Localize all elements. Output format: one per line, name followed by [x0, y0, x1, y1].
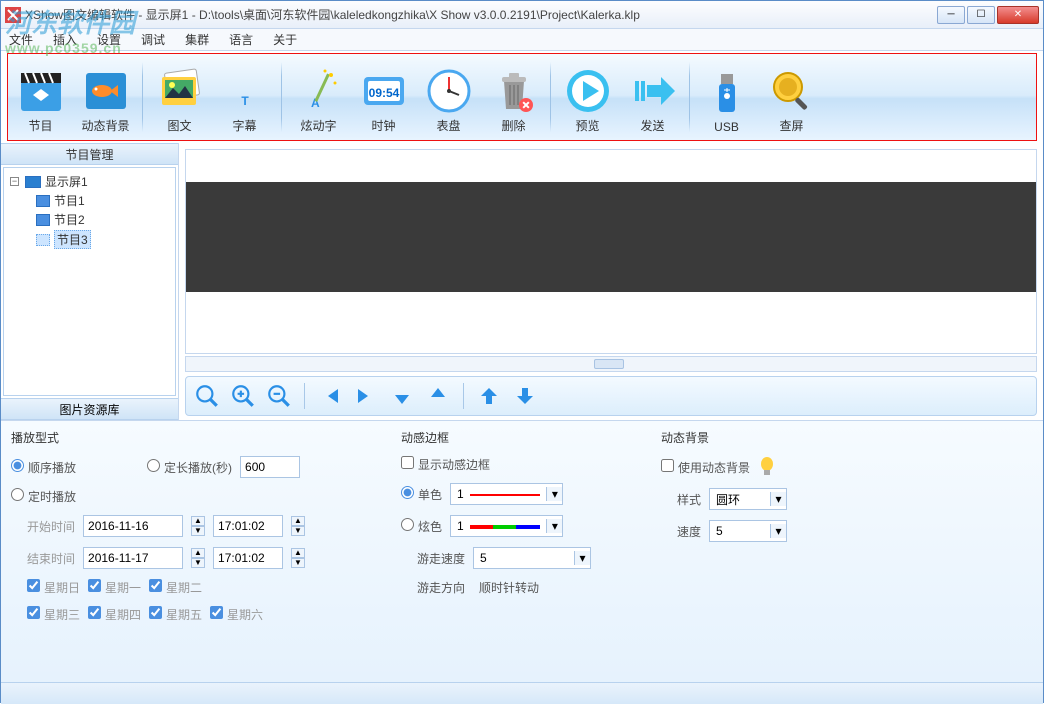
lightbulb-icon: [758, 456, 776, 478]
zoom-in-icon[interactable]: [228, 381, 258, 411]
preview-scrollbar[interactable]: [185, 356, 1037, 372]
end-date-input[interactable]: [83, 547, 183, 569]
skip-last-icon[interactable]: [351, 381, 381, 411]
svg-text:09:54: 09:54: [368, 86, 399, 100]
program-manage-title: 节目管理: [1, 143, 178, 165]
magic-wand-icon: A: [295, 67, 343, 115]
checkbox-day-fri[interactable]: 星期五: [149, 606, 202, 623]
checkbox-day-sat[interactable]: 星期六: [210, 606, 263, 623]
border-group: 动感边框 显示动感边框 单色 1 ▾ 炫色 1 ▾ 游走速度 5▾ 游走方向 顺…: [401, 429, 631, 674]
multi-color-combo[interactable]: 1 ▾: [450, 515, 563, 537]
radio-duration[interactable]: 定长播放(秒): [147, 459, 232, 476]
single-color-combo[interactable]: 1 ▾: [450, 483, 563, 505]
svg-text:T: T: [241, 94, 249, 108]
checkbox-show-border[interactable]: 显示动感边框: [401, 456, 490, 473]
checkbox-day-thu[interactable]: 星期四: [88, 606, 141, 623]
toolbar-delete[interactable]: 删除: [481, 56, 546, 138]
dynbg-style-combo[interactable]: 圆环▾: [709, 488, 787, 510]
toolbar-usb[interactable]: USB: [694, 56, 759, 138]
end-time-input[interactable]: [213, 547, 283, 569]
border-dir-value: 顺时针转动: [473, 579, 539, 596]
toolbar-check-screen[interactable]: 查屏: [759, 56, 824, 138]
tree-item-selected[interactable]: 节目3: [36, 229, 171, 250]
usb-icon: [703, 70, 751, 118]
magnifier-coin-icon: [768, 67, 816, 115]
checkbox-use-dynbg[interactable]: 使用动态背景: [661, 459, 750, 476]
send-arrow-icon: [629, 67, 677, 115]
start-time-input[interactable]: [213, 515, 283, 537]
checkbox-day-mon[interactable]: 星期一: [88, 579, 141, 596]
menu-bar: 文件 插入 设置 调试 集群 语言 关于: [1, 29, 1043, 51]
photo-stack-icon: [156, 67, 204, 115]
checkbox-day-wed[interactable]: 星期三: [27, 606, 80, 623]
tree-root[interactable]: −显示屏1: [10, 172, 171, 191]
menu-language[interactable]: 语言: [229, 31, 253, 48]
arrow-down-icon[interactable]: [510, 381, 540, 411]
window-title: XShow图文编辑软件 - 显示屏1 - D:\tools\桌面\河东软件园\k…: [25, 6, 937, 23]
menu-debug[interactable]: 调试: [141, 31, 165, 48]
menu-about[interactable]: 关于: [273, 31, 297, 48]
digital-clock-icon: 09:54: [360, 67, 408, 115]
play-mode-group: 播放型式 顺序播放 定长播放(秒) 定时播放 开始时间 ▲▼ ▲▼ 结束时间 ▲…: [11, 429, 371, 674]
resource-lib-title[interactable]: 图片资源库: [1, 398, 178, 420]
toolbar-dynamic-bg[interactable]: 动态背景: [73, 56, 138, 138]
toolbar-send[interactable]: 发送: [620, 56, 685, 138]
move-top-icon[interactable]: [387, 381, 417, 411]
tree-item[interactable]: 节目1: [36, 191, 171, 210]
dynbg-speed-combo[interactable]: 5▾: [709, 520, 787, 542]
checkbox-day-tue[interactable]: 星期二: [149, 579, 202, 596]
program-tree[interactable]: −显示屏1 节目1 节目2 节目3: [3, 167, 176, 396]
minimize-button[interactable]: ─: [937, 6, 965, 24]
tree-item[interactable]: 节目2: [36, 210, 171, 229]
zoom-fit-icon[interactable]: [192, 381, 222, 411]
menu-file[interactable]: 文件: [9, 31, 33, 48]
trash-icon: [490, 67, 538, 115]
text-t-icon: T: [221, 67, 269, 115]
maximize-button[interactable]: ☐: [967, 6, 995, 24]
preview-canvas[interactable]: [185, 149, 1037, 354]
main-toolbar: 节目 动态背景 图文 T 字幕 A 炫动字 09:54 时钟 表盘: [8, 54, 1036, 140]
toolbar-cool-text[interactable]: A 炫动字: [286, 56, 351, 138]
radio-single-color[interactable]: 单色: [401, 486, 442, 503]
toolbar-highlight: 节目 动态背景 图文 T 字幕 A 炫动字 09:54 时钟 表盘: [7, 53, 1037, 141]
status-bar: [1, 682, 1043, 704]
preview-toolbar: [185, 376, 1037, 416]
title-bar: XShow图文编辑软件 - 显示屏1 - D:\tools\桌面\河东软件园\k…: [1, 1, 1043, 29]
toolbar-clock[interactable]: 09:54 时钟: [351, 56, 416, 138]
analog-clock-icon: [425, 67, 473, 115]
toolbar-program[interactable]: 节目: [8, 56, 73, 138]
toolbar-dial[interactable]: 表盘: [416, 56, 481, 138]
sidebar: 节目管理 −显示屏1 节目1 节目2 节目3 图片资源库: [1, 143, 179, 420]
start-date-input[interactable]: [83, 515, 183, 537]
menu-insert[interactable]: 插入: [53, 31, 77, 48]
arrow-up-icon[interactable]: [474, 381, 504, 411]
radio-scheduled[interactable]: 定时播放: [11, 488, 76, 505]
duration-input[interactable]: [240, 456, 300, 478]
play-circle-icon: [564, 67, 612, 115]
skip-first-icon[interactable]: [315, 381, 345, 411]
menu-settings[interactable]: 设置: [97, 31, 121, 48]
menu-cluster[interactable]: 集群: [185, 31, 209, 48]
move-bottom-icon[interactable]: [423, 381, 453, 411]
border-speed-combo[interactable]: 5▾: [473, 547, 591, 569]
app-icon: [5, 7, 21, 23]
close-button[interactable]: ✕: [997, 6, 1039, 24]
settings-panel: 播放型式 顺序播放 定长播放(秒) 定时播放 开始时间 ▲▼ ▲▼ 结束时间 ▲…: [1, 420, 1043, 682]
dynbg-group: 动态背景 使用动态背景 样式 圆环▾ 速度 5▾: [661, 429, 881, 674]
zoom-out-icon[interactable]: [264, 381, 294, 411]
toolbar-picture-text[interactable]: 图文: [147, 56, 212, 138]
checkbox-day-sun[interactable]: 星期日: [27, 579, 80, 596]
clapperboard-icon: [17, 67, 65, 115]
preview-content: [186, 182, 1036, 292]
radio-multi-color[interactable]: 炫色: [401, 518, 442, 535]
fish-image-icon: [82, 67, 130, 115]
toolbar-subtitle[interactable]: T 字幕: [212, 56, 277, 138]
radio-sequential[interactable]: 顺序播放: [11, 459, 76, 476]
toolbar-preview[interactable]: 预览: [555, 56, 620, 138]
